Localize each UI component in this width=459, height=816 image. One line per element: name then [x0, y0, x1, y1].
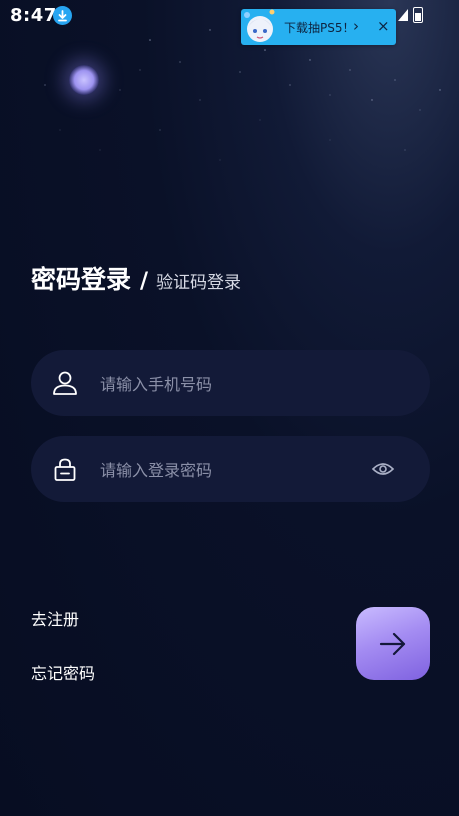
eye-icon[interactable] [371, 458, 395, 480]
phone-input[interactable] [98, 350, 352, 418]
system-icons [398, 7, 423, 23]
lock-icon [54, 458, 76, 481]
chevron-right-icon[interactable]: › [353, 17, 359, 35]
login-submit-button[interactable] [356, 607, 430, 680]
phone-field[interactable] [31, 350, 430, 418]
promo-banner-text: 下载抽PS5！ [284, 21, 355, 35]
password-input[interactable] [98, 436, 352, 504]
battery-icon [413, 7, 423, 23]
tab-separator: / [140, 269, 149, 294]
register-link[interactable]: 去注册 [31, 606, 79, 630]
arrow-right-icon [379, 632, 406, 655]
moon-decoration [69, 65, 99, 95]
promo-banner[interactable]: 下载抽PS5！ › × [241, 9, 396, 45]
login-mode-tabs: 密码登录 / 验证码登录 [31, 260, 241, 296]
tab-code-login[interactable]: 验证码登录 [156, 268, 241, 293]
close-icon[interactable]: × [377, 17, 390, 35]
password-field[interactable] [31, 436, 430, 504]
download-icon [53, 6, 72, 25]
signal-icon [398, 9, 408, 21]
forgot-password-link[interactable]: 忘记密码 [31, 660, 95, 684]
user-icon [53, 371, 77, 395]
mascot-icon [244, 9, 275, 42]
tab-password-login[interactable]: 密码登录 [31, 260, 131, 296]
status-time: 8:47 [10, 5, 57, 26]
